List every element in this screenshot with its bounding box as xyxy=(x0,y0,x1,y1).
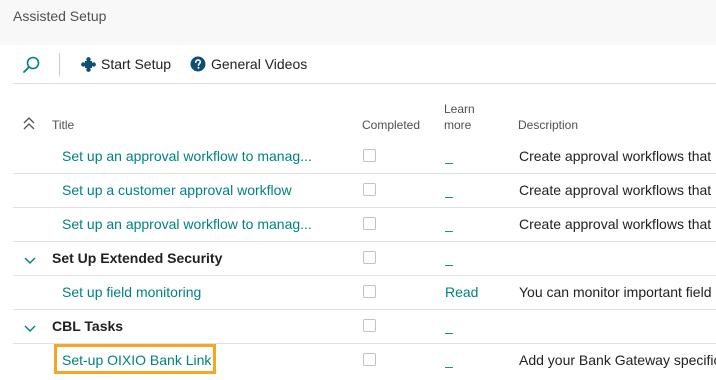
completed-checkbox[interactable] xyxy=(363,251,376,264)
general-videos-label: General Videos xyxy=(211,56,308,72)
general-videos-button[interactable]: General Videos xyxy=(190,53,307,75)
row-description: Create approval workflows that xyxy=(519,182,712,198)
row-description: Create approval workflows that xyxy=(519,216,712,232)
row-title-link[interactable]: Set up field monitoring xyxy=(62,275,314,309)
start-setup-button[interactable]: Start Setup xyxy=(80,53,171,75)
chevron-down-icon[interactable] xyxy=(24,253,36,271)
learn-more-link[interactable]: _ xyxy=(445,343,505,377)
row-title-link[interactable]: Set up a customer approval workflow xyxy=(62,173,314,207)
row-description: You can monitor important field xyxy=(519,284,712,300)
group-row[interactable]: CBL Tasks _ xyxy=(13,309,716,344)
group-title: CBL Tasks xyxy=(52,318,124,334)
row-description xyxy=(519,241,716,275)
completed-checkbox[interactable] xyxy=(363,217,376,230)
learn-more-link[interactable]: Read xyxy=(445,275,505,309)
learn-more-link[interactable]: _ xyxy=(445,207,505,241)
learn-more-link[interactable]: _ xyxy=(445,173,505,207)
collapse-all-icon[interactable] xyxy=(22,117,36,136)
row-description xyxy=(519,309,716,343)
toolbar-divider xyxy=(13,83,716,84)
table-row[interactable]: Set up a customer approval workflow _ Cr… xyxy=(13,173,716,208)
toolbar: Start Setup General Videos xyxy=(0,45,716,84)
chevron-down-icon[interactable] xyxy=(24,321,36,339)
search-icon[interactable] xyxy=(20,54,42,76)
completed-checkbox[interactable] xyxy=(363,285,376,298)
help-icon xyxy=(190,56,206,72)
table-row[interactable]: Set up field monitoring Read You can mon… xyxy=(13,275,716,310)
row-description: Create approval workflows that xyxy=(519,148,712,164)
completed-checkbox[interactable] xyxy=(363,149,376,162)
toolbar-separator xyxy=(59,53,60,76)
group-row[interactable]: Set Up Extended Security _ xyxy=(13,241,716,276)
column-header-title[interactable]: Title xyxy=(52,118,74,132)
row-title-link[interactable]: Set-up OIXIO Bank Link xyxy=(62,343,314,377)
completed-checkbox[interactable] xyxy=(363,183,376,196)
column-header-completed[interactable]: Completed xyxy=(362,118,420,132)
table-row[interactable]: Set-up OIXIO Bank Link _ Add your Bank G… xyxy=(13,343,716,377)
row-description: Add your Bank Gateway specific xyxy=(519,352,716,368)
column-header-learn-more-line2[interactable]: more xyxy=(444,118,471,132)
puzzle-icon xyxy=(81,57,96,72)
completed-checkbox[interactable] xyxy=(363,319,376,332)
column-header-description[interactable]: Description xyxy=(518,118,578,132)
table-row[interactable]: Set up an approval workflow to manag... … xyxy=(13,139,716,174)
learn-more-link[interactable]: _ xyxy=(445,309,505,343)
completed-checkbox[interactable] xyxy=(363,353,376,366)
row-title-link[interactable]: Set up an approval workflow to manag... xyxy=(62,139,314,173)
learn-more-link[interactable]: _ xyxy=(445,241,505,275)
table-row[interactable]: Set up an approval workflow to manag... … xyxy=(13,207,716,242)
group-title: Set Up Extended Security xyxy=(52,250,223,266)
column-header-learn-more-line1[interactable]: Learn xyxy=(444,102,475,116)
learn-more-link[interactable]: _ xyxy=(445,139,505,173)
start-setup-label: Start Setup xyxy=(101,56,172,72)
row-title-link[interactable]: Set up an approval workflow to manag... xyxy=(62,207,314,241)
page-title: Assisted Setup xyxy=(13,8,107,24)
